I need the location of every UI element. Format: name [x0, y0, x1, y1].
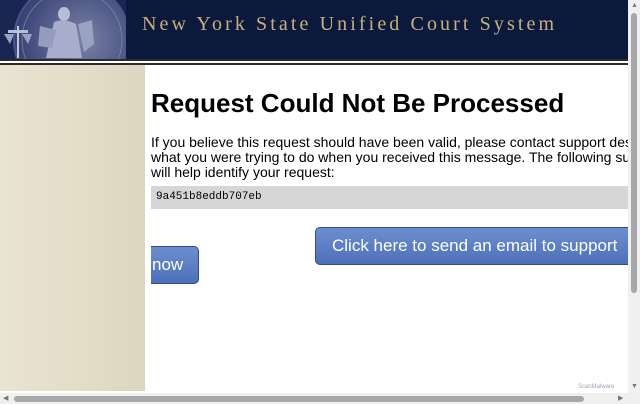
- site-header: New York State Unified Court System: [0, 0, 628, 59]
- scroll-left-arrow-icon[interactable]: ◀: [3, 395, 8, 402]
- scanmalware-watermark: ScanMalware: [578, 384, 615, 390]
- error-message-line: will help identify your request:: [151, 164, 335, 180]
- vertical-scrollbar[interactable]: ▲ ▼: [628, 0, 640, 393]
- send-email-button-label: Click here to send an email to support: [332, 236, 618, 255]
- scroll-right-arrow-icon[interactable]: ▶: [618, 395, 623, 402]
- vertical-scroll-thumb[interactable]: [631, 13, 637, 293]
- site-title: New York State Unified Court System: [142, 13, 558, 35]
- page-title: Request Could Not Be Processed: [151, 88, 565, 118]
- send-email-button[interactable]: Click here to send an email to support: [315, 227, 628, 265]
- main-content: Request Could Not Be Processed If you be…: [151, 65, 628, 391]
- support-id-box: 9a451b8eddb707eb: [151, 186, 628, 209]
- horizontal-scroll-thumb[interactable]: [14, 396, 584, 402]
- scroll-down-arrow-icon[interactable]: ▼: [631, 383, 638, 390]
- error-message-line: If you believe this request should have …: [151, 134, 628, 150]
- horizontal-scrollbar[interactable]: ◀ ▶: [0, 393, 628, 404]
- justice-statue-emblem-icon: [0, 0, 126, 59]
- error-message-line: what you were trying to do when you rece…: [151, 149, 628, 165]
- scrollbar-corner: [628, 393, 640, 404]
- send-email-button-continued[interactable]: now: [151, 246, 199, 284]
- support-id: 9a451b8eddb707eb: [156, 191, 262, 203]
- sidebar: [0, 65, 145, 391]
- error-message: If you believe this request should have …: [151, 135, 628, 180]
- scroll-up-arrow-icon[interactable]: ▲: [631, 2, 638, 9]
- send-email-button-label-continued: now: [152, 255, 184, 274]
